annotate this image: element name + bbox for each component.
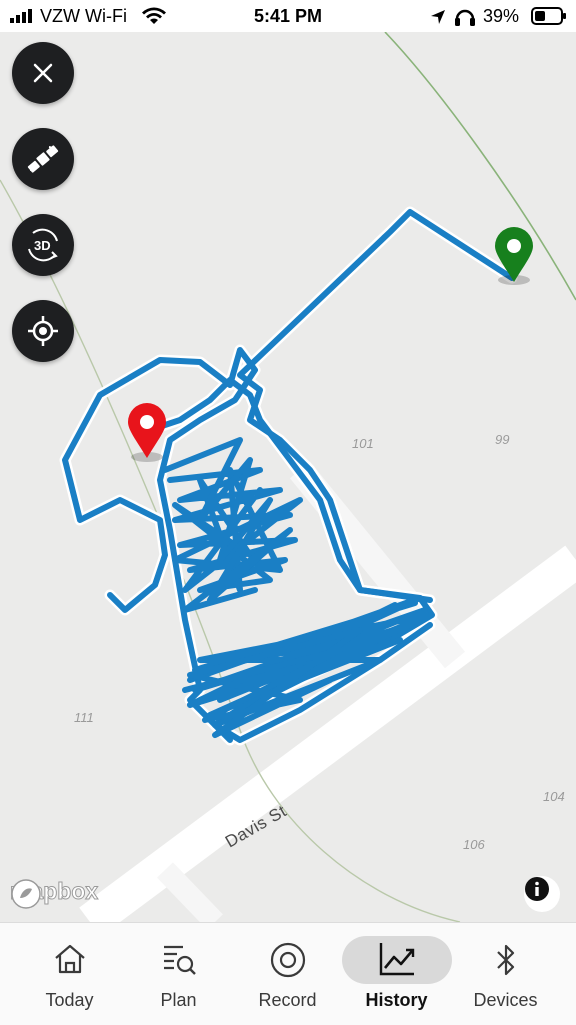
info-icon [525, 877, 549, 901]
road [79, 545, 576, 922]
3d-icon: 3D [28, 228, 58, 262]
close-icon [33, 63, 53, 83]
status-bar: VZW Wi-Fi 5:41 PM 39% [0, 0, 576, 32]
tab-today-label: Today [45, 990, 94, 1010]
bottom-tab-bar: Today Plan Record History Devices [0, 922, 576, 1025]
lot-number: 104 [543, 789, 565, 804]
3d-icon-label: 3D [34, 238, 51, 253]
mapbox-logo-icon [11, 879, 41, 909]
close-button[interactable] [12, 42, 74, 104]
satellite-button[interactable] [12, 128, 74, 190]
plan-search-icon [163, 945, 196, 975]
tab-record[interactable]: Record [230, 923, 345, 1023]
battery-icon [531, 7, 566, 25]
carrier-label: VZW Wi-Fi [40, 6, 127, 26]
tab-history[interactable]: History [339, 923, 454, 1023]
clock: 5:41 PM [254, 6, 323, 26]
map-canvas[interactable] [0, 32, 576, 922]
tab-devices-label: Devices [473, 990, 538, 1010]
headphones-icon [455, 9, 475, 26]
lot-number: 99 [495, 432, 510, 447]
map-view[interactable]: 101 99 111 104 106 Davis St 3D mapbox [0, 32, 576, 922]
attribution-info-button[interactable] [524, 876, 560, 912]
battery-percent: 39% [483, 6, 520, 26]
road [157, 862, 223, 922]
bluetooth-icon [496, 944, 514, 976]
lot-number: 106 [463, 837, 485, 852]
history-chart-icon [379, 943, 414, 976]
record-icon [270, 942, 305, 978]
locate-icon [28, 316, 58, 346]
satellite-icon [27, 145, 59, 173]
3d-toggle-button[interactable]: 3D [12, 214, 74, 276]
tab-plan[interactable]: Plan [121, 923, 236, 1023]
wifi-icon [142, 7, 166, 24]
tab-record-label: Record [258, 990, 317, 1010]
lot-number: 101 [352, 436, 374, 451]
tab-today[interactable]: Today [12, 923, 127, 1023]
tab-devices[interactable]: Devices [448, 923, 563, 1023]
start-pin[interactable] [128, 403, 166, 462]
lot-number: 111 [74, 710, 94, 725]
home-icon [54, 944, 85, 974]
location-arrow-icon [431, 10, 445, 24]
locate-button[interactable] [12, 300, 74, 362]
signal-icon [10, 9, 32, 23]
tab-plan-label: Plan [160, 990, 197, 1010]
mapbox-logo: mapbox [9, 878, 99, 909]
tab-history-label: History [365, 990, 428, 1010]
